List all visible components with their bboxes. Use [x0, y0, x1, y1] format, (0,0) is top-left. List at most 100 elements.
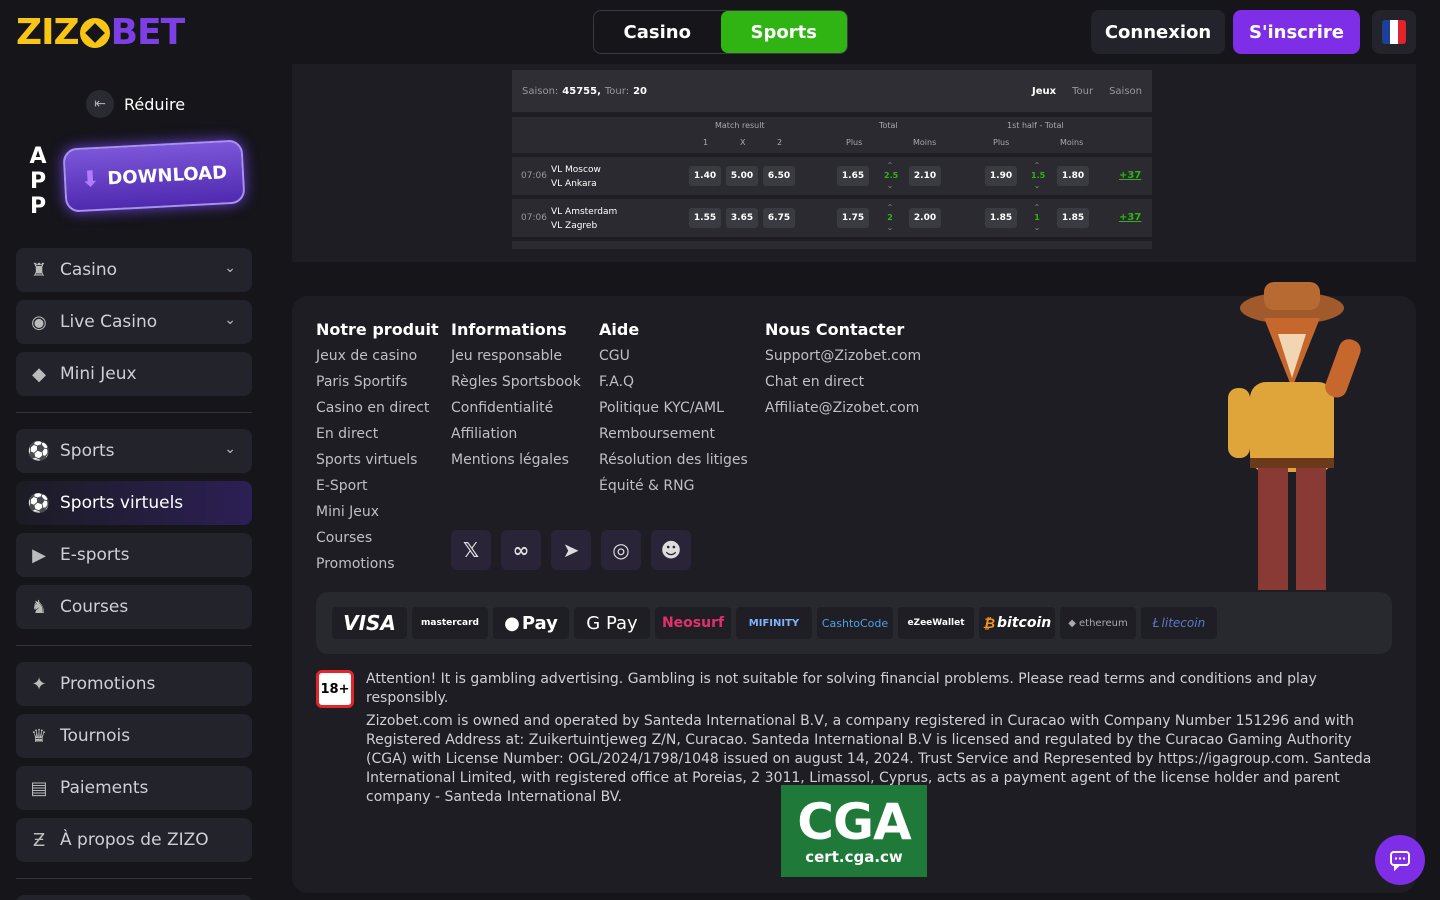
chevron-up-icon: ⌃ [886, 161, 894, 170]
home-team: VL Amsterdam [551, 207, 618, 217]
sidebar-item-courses[interactable]: ♞ Courses [16, 585, 252, 629]
visa-logo: VISA [332, 607, 407, 639]
footer-link[interactable]: Promotions [316, 555, 439, 581]
odd-button[interactable]: 5.00 [726, 166, 758, 186]
footer-link[interactable]: Affiliate@Zizobet.com [765, 399, 921, 425]
footer-link[interactable]: Chat en direct [765, 373, 921, 399]
sidebar-item-mini-jeux[interactable]: ◆ Mini Jeux [16, 352, 252, 396]
promotions-icon: ✦ [31, 673, 47, 695]
ethereum-text: ethereum [1079, 617, 1128, 629]
footer-column-contact: Nous Contacter Support@Zizobet.com Chat … [765, 320, 921, 425]
ezeewallet-logo: eZeeWallet [898, 607, 974, 639]
odd-button[interactable]: 2.00 [909, 208, 941, 228]
odd-button[interactable]: 2.10 [909, 166, 941, 186]
half-line[interactable]: ⌃ 1 ⌄ [1031, 203, 1043, 233]
sidebar-item-sports[interactable]: ⚽ Sports ⌄ [16, 429, 252, 473]
sidebar-item-casino[interactable]: ♜ Casino ⌄ [16, 248, 252, 292]
sidebar-item-paiements[interactable]: ▤ Paiements [16, 766, 252, 810]
sidebar-item-partial[interactable] [16, 895, 252, 900]
total-line[interactable]: ⌃ 2 ⌄ [884, 203, 896, 233]
discord-icon[interactable]: ☻ [651, 530, 691, 570]
sidebar-item-promotions[interactable]: ✦ Promotions [16, 662, 252, 706]
footer-link[interactable]: E-Sport [316, 477, 439, 503]
footer-link[interactable]: Support@Zizobet.com [765, 347, 921, 373]
chevron-down-icon[interactable]: ⌄ [224, 312, 236, 328]
sidebar-item-esports[interactable]: ▶ E-sports [16, 533, 252, 577]
footer-link[interactable]: Remboursement [599, 425, 748, 451]
odd-button[interactable]: 6.75 [763, 208, 795, 228]
header-plus: Plus [846, 138, 863, 147]
footer-link[interactable]: Mini Jeux [316, 503, 439, 529]
meta-icon[interactable]: ∞ [501, 530, 541, 570]
litecoin-icon: Ł [1152, 616, 1160, 630]
odd-button[interactable]: 1.90 [985, 166, 1017, 186]
chevron-down-icon[interactable]: ⌄ [224, 260, 236, 276]
footer-link[interactable]: Règles Sportsbook [451, 373, 581, 399]
footer-link[interactable]: Affiliation [451, 425, 581, 451]
tab-sports[interactable]: Sports [720, 11, 847, 53]
logo-text-left: ZIZ [16, 11, 80, 53]
sidebar-item-about[interactable]: Ƶ À propos de ZIZO [16, 818, 252, 862]
diamond-icon: ◆ [32, 363, 46, 385]
tab-tour[interactable]: Tour [1072, 86, 1093, 97]
signup-button[interactable]: S'inscrire [1233, 10, 1360, 54]
login-button[interactable]: Connexion [1091, 10, 1225, 54]
tab-jeux[interactable]: Jeux [1032, 86, 1056, 97]
sidebar-item-tournois[interactable]: ♛ Tournois [16, 714, 252, 758]
tab-casino[interactable]: Casino [594, 11, 721, 53]
bitcoin-text: bitcoin [997, 615, 1052, 631]
footer-link[interactable]: F.A.Q [599, 373, 748, 399]
footer-link[interactable]: Équité & RNG [599, 477, 748, 503]
footer-link[interactable]: CGU [599, 347, 748, 373]
footer-link[interactable]: Courses [316, 529, 439, 555]
odd-button[interactable]: 3.65 [726, 208, 758, 228]
cga-license-badge[interactable]: CGA cert.cga.cw [781, 785, 927, 877]
footer-link[interactable]: Jeu responsable [451, 347, 581, 373]
sidebar-item-label: Promotions [60, 674, 156, 694]
match-teams: VL Moscow VL Ankara [551, 163, 601, 191]
odd-button[interactable]: 6.50 [763, 166, 795, 186]
footer-link[interactable]: Confidentialité [451, 399, 581, 425]
sidebar-divider [16, 412, 252, 413]
odd-button[interactable]: 1.80 [1057, 166, 1089, 186]
match-row: 07:06 VL Moscow VL Ankara 1.40 5.00 6.50… [512, 157, 1152, 195]
more-markets-link[interactable]: +37 [1119, 212, 1141, 223]
chevron-down-icon[interactable]: ⌄ [224, 441, 236, 457]
reduce-button[interactable]: ⇤ Réduire [86, 90, 185, 118]
sidebar-item-live-casino[interactable]: ◉ Live Casino ⌄ [16, 300, 252, 344]
half-line[interactable]: ⌃ 1.5 ⌄ [1031, 161, 1045, 191]
odd-button[interactable]: 1.85 [985, 208, 1017, 228]
telegram-icon[interactable]: ➤ [551, 530, 591, 570]
odd-button[interactable]: 1.65 [837, 166, 869, 186]
chat-support-button[interactable] [1375, 835, 1425, 885]
tab-saison[interactable]: Saison [1109, 86, 1142, 97]
apple-icon: ● [504, 612, 520, 634]
instagram-icon[interactable]: ◎ [601, 530, 641, 570]
footer-link[interactable]: Jeux de casino [316, 347, 439, 373]
footer-link[interactable]: Résolution des litiges [599, 451, 748, 477]
footer-link[interactable]: Paris Sportifs [316, 373, 439, 399]
footer-link[interactable]: Casino en direct [316, 399, 439, 425]
odd-button[interactable]: 1.40 [689, 166, 721, 186]
logo-ball-icon [79, 18, 110, 48]
download-arrow-icon: ⬇ [80, 166, 101, 193]
language-button[interactable] [1372, 10, 1416, 54]
chevron-up-icon: ⌃ [1033, 161, 1041, 170]
more-markets-link[interactable]: +37 [1119, 170, 1141, 181]
logo-text-right: BET [110, 11, 186, 53]
total-line[interactable]: ⌃ 2.5 ⌄ [884, 161, 898, 191]
half-line-value: 1 [1034, 213, 1040, 222]
footer-link[interactable]: En direct [316, 425, 439, 451]
odd-button[interactable]: 1.75 [837, 208, 869, 228]
sidebar-item-virtual-sports[interactable]: ⚽ Sports virtuels [16, 481, 252, 525]
footer-link[interactable]: Politique KYC/AML [599, 399, 748, 425]
footer-link[interactable]: Sports virtuels [316, 451, 439, 477]
odd-button[interactable]: 1.55 [689, 208, 721, 228]
footer-column-title: Aide [599, 320, 640, 339]
footer-link[interactable]: Mentions légales [451, 451, 581, 477]
zizobet-logo[interactable]: ZIZ BET [16, 11, 186, 53]
download-app-button[interactable]: ⬇ DOWNLOAD [62, 139, 246, 213]
odd-button[interactable]: 1.85 [1057, 208, 1089, 228]
x-icon[interactable]: 𝕏 [451, 530, 491, 570]
sidebar-item-label: Live Casino [60, 312, 158, 332]
